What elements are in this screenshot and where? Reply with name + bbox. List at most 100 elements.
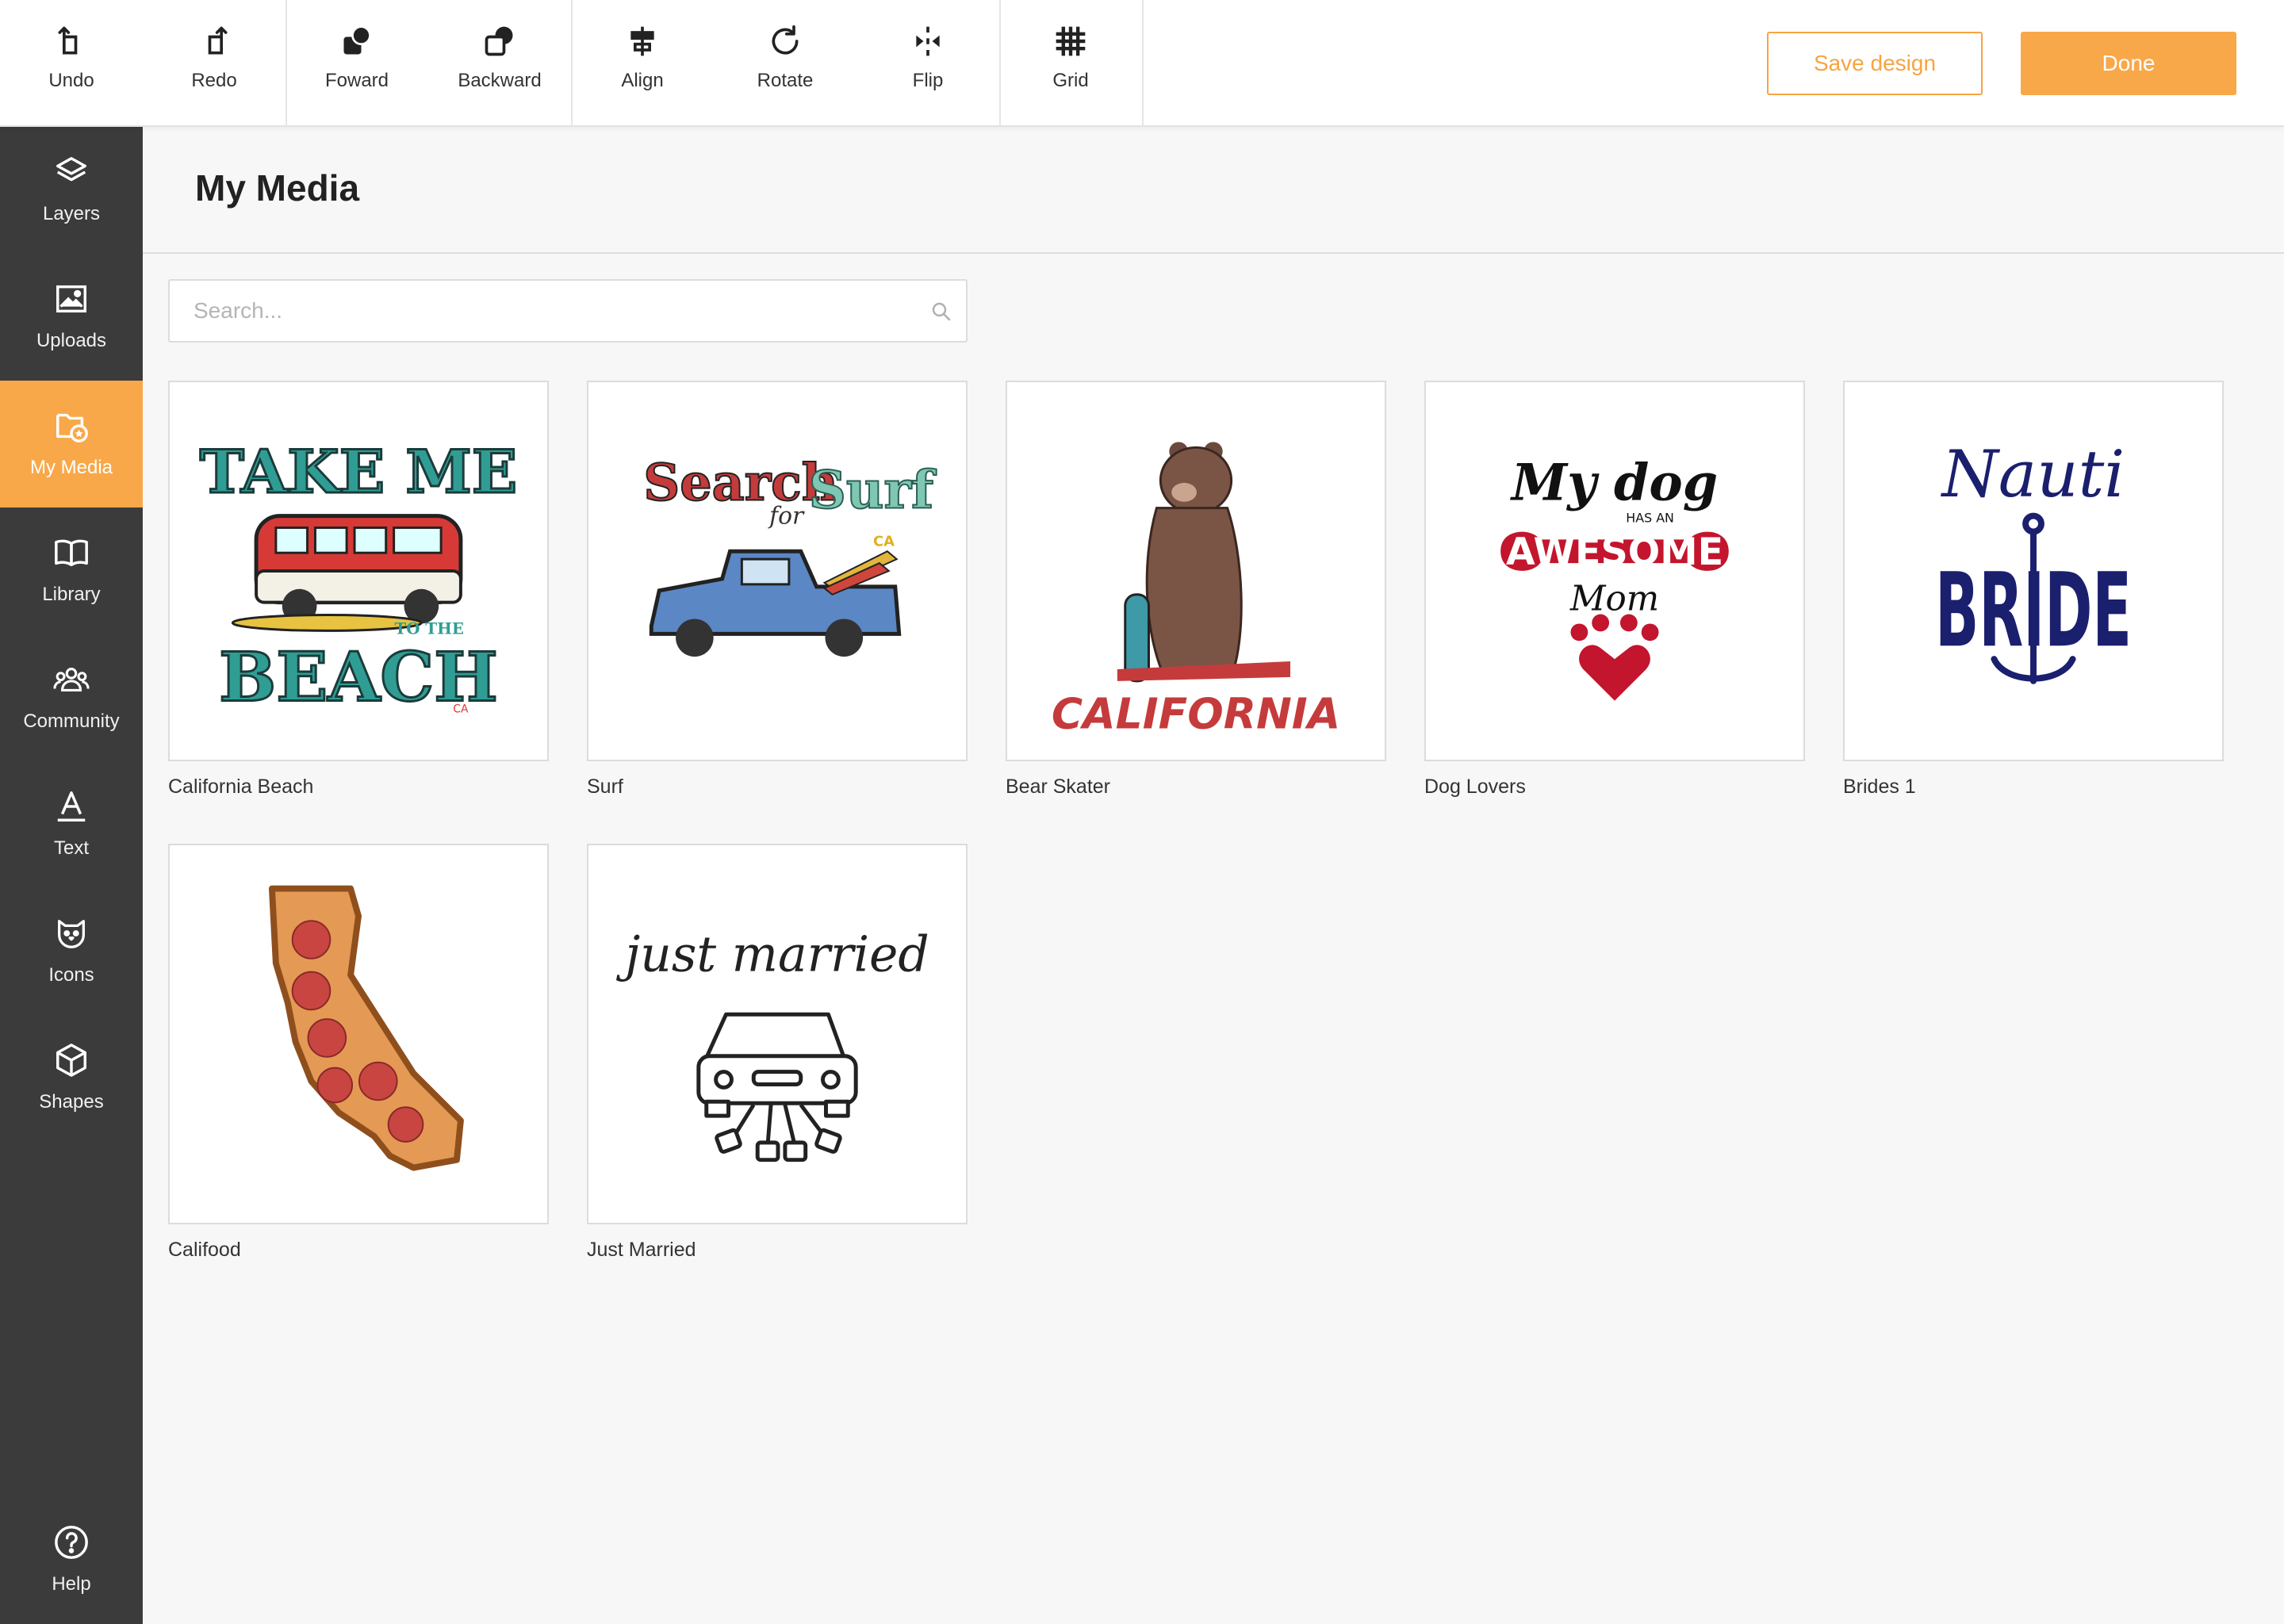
sidebar-item-label: Layers	[42, 203, 101, 224]
media-caption: Brides 1	[1843, 776, 1916, 798]
image-icon	[56, 285, 86, 313]
flip-icon	[916, 26, 940, 56]
vw-bus-graphic	[231, 514, 463, 632]
artwork-text: TAKE ME	[200, 436, 517, 507]
layers-icon	[56, 157, 86, 182]
artwork-text: Nauti	[1941, 438, 2125, 512]
sidebar-item-community[interactable]: Community	[0, 634, 143, 761]
artwork-text: TO THE	[394, 619, 464, 638]
rotate-button[interactable]: Rotate	[714, 0, 856, 127]
main-header: My Media	[143, 127, 2284, 254]
sidebar-item-label: Text	[53, 837, 89, 859]
media-tile-brides-1[interactable]: Nauti BRIDE	[1843, 381, 2224, 761]
help-label: Help	[52, 1573, 91, 1595]
rotate-label: Rotate	[757, 70, 814, 91]
media-caption: Califood	[168, 1239, 241, 1261]
artwork-text: Mom	[1569, 580, 1659, 619]
pickup-truck-graphic	[649, 549, 902, 657]
media-caption: Surf	[587, 776, 623, 798]
media-tile-bear-skater[interactable]: CALIFORNIA	[1006, 381, 1386, 761]
media-tile-just-married[interactable]: just married	[587, 844, 968, 1224]
align-button[interactable]: Align	[571, 0, 714, 127]
artwork-text: CALIFORNIA	[1052, 688, 1340, 738]
artwork-text: HAS AN	[1626, 511, 1674, 526]
just-married-artwork: just married	[615, 927, 929, 1162]
brides-artwork: Nauti BRIDE	[1935, 438, 2132, 684]
book-icon	[55, 539, 88, 567]
sidebar-item-library[interactable]: Library	[0, 508, 143, 634]
sidebar-item-layers[interactable]: Layers	[0, 127, 143, 254]
grid-icon	[1056, 26, 1086, 56]
people-icon	[53, 668, 90, 691]
media-tile-califood[interactable]	[168, 844, 549, 1224]
artwork-text: CA	[873, 533, 895, 550]
surf-artwork: Search for Surf CA	[642, 452, 937, 657]
grid-button[interactable]: Grid	[999, 0, 1142, 127]
califood-artwork	[268, 885, 464, 1171]
forward-label: Foward	[324, 70, 389, 91]
artwork-text: for	[768, 503, 805, 530]
artwork-text: just married	[615, 927, 929, 983]
undo-label: Undo	[48, 70, 94, 91]
search-icon[interactable]	[929, 300, 953, 324]
backward-label: Backward	[458, 70, 542, 91]
forward-button[interactable]: Foward	[286, 0, 428, 127]
bear-graphic	[1124, 442, 1243, 683]
artwork-text: CA	[453, 703, 469, 716]
sidebar-item-shapes[interactable]: Shapes	[0, 1015, 143, 1142]
rotate-icon	[772, 25, 799, 55]
media-caption: Bear Skater	[1006, 776, 1111, 798]
search-input[interactable]	[170, 281, 915, 341]
redo-label: Redo	[191, 70, 237, 91]
toolbar-divider	[1142, 0, 1144, 127]
sidebar-item-label: Community	[23, 710, 120, 732]
media-tile-california-beach[interactable]: TAKE ME TO THE BEACH CA	[168, 381, 549, 761]
media-caption: California Beach	[168, 776, 314, 798]
sidebar-item-label: My Media	[29, 457, 113, 478]
bear-skater-artwork: CALIFORNIA	[1052, 442, 1340, 738]
sidebar-item-label: Shapes	[39, 1091, 104, 1113]
undo-icon	[58, 26, 78, 55]
sidebar-item-text[interactable]: Text	[0, 761, 143, 888]
media-caption: Just Married	[587, 1239, 696, 1261]
save-design-button[interactable]: Save design	[1767, 32, 1983, 95]
help-icon	[55, 1526, 88, 1559]
dog-lovers-artwork: My dog HAS AN AWESOME Mom	[1500, 453, 1729, 701]
sidebar-item-label: Library	[42, 584, 101, 605]
wedding-car-graphic	[696, 1012, 858, 1162]
redo-button[interactable]: Redo	[143, 0, 286, 127]
undo-button[interactable]: Undo	[0, 0, 143, 127]
flip-button[interactable]: Flip	[856, 0, 999, 127]
artwork-text: AWESOME	[1506, 530, 1723, 574]
media-tile-dog-lovers[interactable]: My dog HAS AN AWESOME Mom	[1424, 381, 1805, 761]
done-button[interactable]: Done	[2021, 32, 2236, 95]
sidebar-item-help[interactable]: Help	[0, 1497, 143, 1624]
bring-forward-icon	[343, 25, 371, 55]
left-sidebar: Layers Uploads My Media Library Communit…	[0, 127, 143, 1624]
cat-face-icon	[58, 920, 85, 948]
send-backward-icon	[485, 26, 513, 56]
artwork-text: Surf	[809, 461, 937, 521]
paw-heart-graphic	[1570, 614, 1659, 701]
artwork-text: My dog	[1510, 453, 1718, 512]
california-beach-artwork: TAKE ME TO THE BEACH CA	[198, 435, 518, 718]
sidebar-item-label: Icons	[48, 964, 94, 986]
align-label: Align	[621, 70, 664, 91]
cube-icon	[56, 1044, 86, 1077]
media-caption: Dog Lovers	[1424, 776, 1526, 798]
page-title: My Media	[195, 167, 360, 209]
backward-button[interactable]: Backward	[428, 0, 571, 127]
search-box	[168, 279, 968, 343]
top-toolbar: Undo Redo Foward Backward Align Rotate F…	[0, 0, 2284, 127]
redo-icon	[208, 26, 228, 55]
sidebar-item-icons[interactable]: Icons	[0, 888, 143, 1015]
sidebar-item-uploads[interactable]: Uploads	[0, 254, 143, 381]
grid-label: Grid	[1052, 70, 1089, 91]
sidebar-item-my-media[interactable]: My Media	[0, 381, 143, 508]
text-icon	[57, 791, 86, 822]
media-tile-surf[interactable]: Search for Surf CA	[587, 381, 968, 761]
folder-star-icon	[56, 413, 88, 442]
sidebar-item-label: Uploads	[36, 330, 107, 351]
flip-label: Flip	[912, 70, 944, 91]
align-icon	[630, 26, 654, 56]
